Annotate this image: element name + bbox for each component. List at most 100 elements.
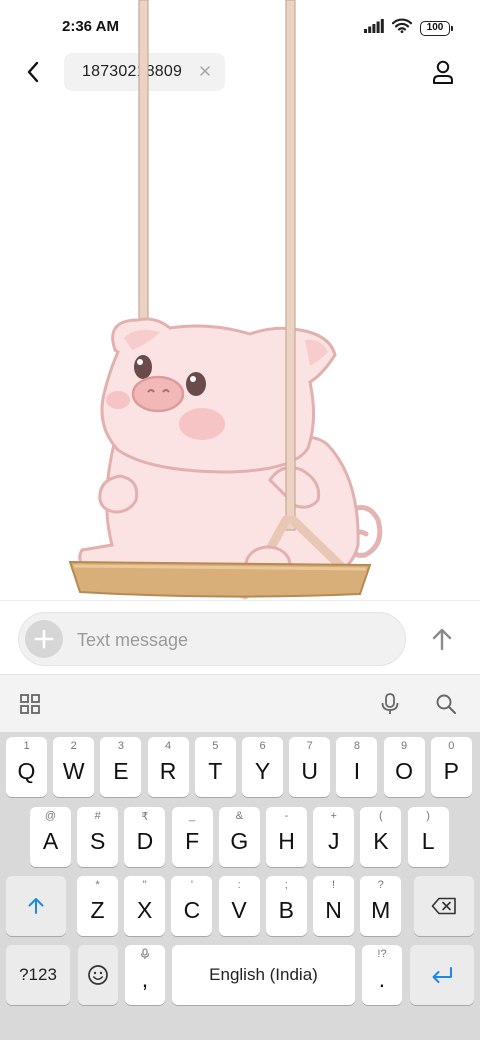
search-icon	[436, 694, 456, 714]
period-key-label: .	[378, 965, 386, 992]
enter-key[interactable]	[410, 945, 474, 1005]
key-label: J	[327, 827, 340, 854]
voice-input-button[interactable]	[375, 689, 405, 719]
grid-icon	[20, 694, 40, 714]
key-label: U	[301, 757, 318, 784]
key-label: R	[159, 757, 177, 784]
key-q[interactable]: 1Q	[6, 737, 47, 797]
keyboard-toolbar	[0, 674, 480, 732]
key-label: S	[90, 827, 106, 854]
key-x[interactable]: " X	[124, 876, 166, 936]
key-label: O	[395, 757, 414, 784]
key-a[interactable]: @ A	[30, 807, 71, 867]
key-i[interactable]: 8I	[336, 737, 378, 797]
key-label: H	[278, 827, 295, 854]
key-label: N	[325, 896, 342, 923]
send-arrow-icon	[432, 628, 452, 651]
key-v[interactable]: :V	[218, 876, 260, 936]
symbols-key[interactable]: ?123	[6, 945, 70, 1005]
backspace-icon	[431, 897, 456, 915]
key-z[interactable]: * Z	[77, 876, 118, 936]
key-o[interactable]: 9O	[383, 737, 425, 797]
key-hint: 6	[259, 740, 266, 752]
key-label: Z	[90, 896, 105, 923]
key-label: F	[185, 827, 200, 854]
key-label: I	[353, 757, 361, 784]
key-t[interactable]: 5T	[194, 737, 236, 797]
keyboard-search-button[interactable]	[431, 689, 461, 719]
key-j[interactable]: + J	[313, 807, 355, 867]
battery-icon: 100	[420, 20, 453, 36]
key-w[interactable]: 2W	[53, 737, 95, 797]
key-k[interactable]: (K	[360, 807, 402, 867]
key-label: V	[231, 896, 247, 923]
shift-arrow-icon	[28, 898, 44, 914]
key-hint: 5	[212, 740, 219, 752]
key-label: Y	[254, 757, 271, 784]
message-placeholder: Text message	[77, 630, 189, 650]
key-p[interactable]: 0P	[430, 737, 472, 797]
back-button[interactable]	[18, 56, 48, 88]
key-label: L	[421, 827, 435, 854]
key-hint: 0	[448, 740, 455, 752]
key-label: D	[136, 827, 154, 854]
microphone-icon	[381, 693, 399, 714]
key-u[interactable]: 7U	[289, 737, 331, 797]
key-label: Q	[17, 757, 36, 784]
emoji-key[interactable]	[78, 945, 118, 1005]
space-key[interactable]: English (India)	[172, 945, 355, 1005]
key-label: B	[278, 896, 294, 923]
key-hint: -	[284, 810, 289, 822]
key-hint: (	[379, 810, 383, 822]
key-label: M	[371, 896, 391, 923]
emoji-icon	[88, 965, 108, 985]
key-e[interactable]: 3E	[100, 737, 142, 797]
key-label: P	[443, 757, 459, 784]
period-key[interactable]: !? .	[362, 945, 402, 1005]
back-arrow-icon	[27, 61, 39, 83]
key-hint: *	[95, 879, 100, 891]
key-m[interactable]: ? M	[360, 876, 402, 936]
key-r[interactable]: 4R	[147, 737, 189, 797]
keyboard: 1Q2W3E4R5T6Y7U8I9O0P @ A # S ₹ D _ F & G - H + J(K) L …	[0, 732, 480, 1040]
key-hint: ;	[284, 879, 288, 891]
add-attachment-button[interactable]	[25, 620, 63, 658]
key-label: E	[113, 757, 129, 784]
key-hint: 9	[401, 740, 408, 752]
key-hint: ₹	[141, 811, 149, 823]
keyboard-menu-button[interactable]	[15, 689, 45, 719]
key-hint: @	[44, 810, 57, 822]
key-n[interactable]: ! N	[313, 876, 354, 936]
plus-icon	[34, 629, 54, 649]
space-key-label: English (India)	[209, 965, 318, 984]
key-hint: 2	[70, 740, 77, 752]
symbols-key-label: ?123	[19, 965, 57, 984]
contact-button[interactable]	[428, 56, 458, 88]
key-hint: 1	[23, 740, 30, 752]
backspace-key[interactable]	[414, 876, 474, 936]
key-hint: !	[331, 879, 336, 891]
key-g[interactable]: & G	[218, 807, 260, 867]
message-input[interactable]: Text message	[18, 612, 406, 666]
send-button[interactable]	[426, 623, 458, 655]
key-hint: 3	[117, 740, 124, 752]
key-label: T	[208, 757, 223, 784]
key-l[interactable]: ) L	[407, 807, 449, 867]
key-hint: )	[426, 810, 430, 822]
key-d[interactable]: ₹ D	[124, 807, 166, 867]
key-label: X	[137, 896, 153, 923]
key-s[interactable]: # S	[77, 807, 119, 867]
key-hint: &	[235, 810, 243, 822]
key-y[interactable]: 6Y	[242, 737, 283, 797]
pig-on-swing-sticker[interactable]	[60, 0, 400, 605]
key-b[interactable]: ; B	[265, 876, 307, 936]
key-c[interactable]: ' C	[171, 876, 213, 936]
key-hint: ?	[377, 879, 384, 891]
shift-key[interactable]	[6, 876, 66, 936]
comma-key[interactable]: ,	[125, 945, 165, 1005]
compose-bar: Text message	[0, 600, 480, 674]
key-f[interactable]: _ F	[171, 807, 213, 867]
enter-arrow-icon	[432, 967, 452, 983]
key-h[interactable]: -H	[266, 807, 307, 867]
key-label: A	[42, 827, 59, 854]
